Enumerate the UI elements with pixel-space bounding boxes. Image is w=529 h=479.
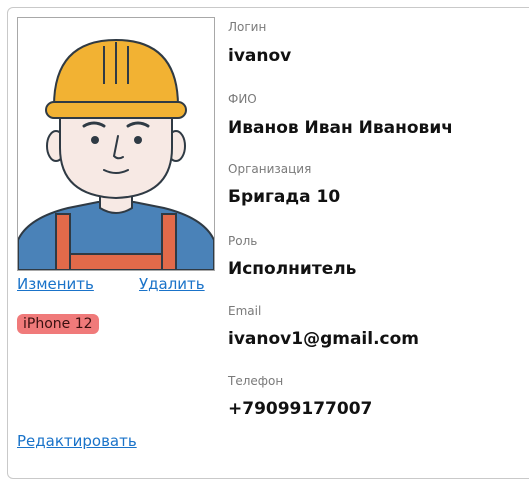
- role-value: Исполнитель: [228, 259, 357, 279]
- delete-photo-link[interactable]: Удалить: [139, 275, 205, 293]
- worker-avatar-icon: [18, 18, 214, 270]
- phone-value: +79099177007: [228, 399, 373, 419]
- change-photo-link[interactable]: Изменить: [17, 275, 94, 293]
- fullname-label: ФИО: [228, 92, 257, 106]
- role-label: Роль: [228, 234, 258, 248]
- email-value: ivanov1@gmail.com: [228, 329, 420, 349]
- fullname-value: Иванов Иван Иванович: [228, 118, 453, 138]
- edit-link[interactable]: Редактировать: [17, 432, 137, 450]
- user-photo: [17, 17, 215, 271]
- login-value: ivanov: [228, 46, 292, 66]
- email-label: Email: [228, 304, 262, 318]
- organization-label: Организация: [228, 162, 312, 176]
- device-badge: iPhone 12: [17, 314, 99, 334]
- organization-value: Бригада 10: [228, 187, 341, 207]
- login-label: Логин: [228, 20, 267, 34]
- phone-label: Телефон: [228, 374, 284, 388]
